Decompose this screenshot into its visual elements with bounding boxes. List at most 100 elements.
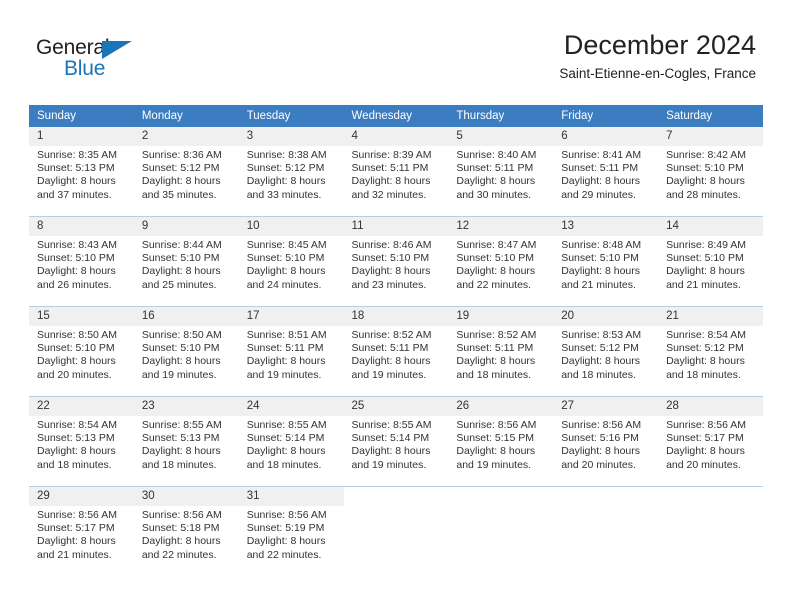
day-cell[interactable]: 18 Sunrise: 8:52 AM Sunset: 5:11 PM Dayligh… — [343, 306, 449, 397]
sunset-text: Sunset: 5:17 PM — [666, 432, 744, 445]
daylight-text-line2: and 18 minutes. — [666, 368, 741, 381]
day-number: 25 — [343, 397, 449, 416]
daylight-text-line1: Daylight: 8 hours — [666, 265, 745, 278]
day-cell[interactable]: 20 Sunrise: 8:53 AM Sunset: 5:12 PM Dayligh… — [553, 306, 659, 397]
sunrise-text: Sunrise: 8:52 AM — [351, 329, 432, 341]
daylight-text-line2: and 35 minutes. — [141, 188, 217, 201]
day-cell[interactable]: 27 Sunrise: 8:56 AM Sunset: 5:16 PM Dayligh… — [553, 396, 659, 487]
daylight-text-line1: Daylight: 8 hours — [141, 535, 221, 548]
daylight-text-line1: Daylight: 8 hours — [351, 355, 431, 368]
sunset-text: Sunset: 5:10 PM — [141, 252, 220, 265]
day-info: Sunrise: 8:47 AM Sunset: 5:10 PM Daylight:… — [448, 236, 553, 292]
day-number: 2 — [133, 127, 239, 146]
daylight-text-line1: Daylight: 8 hours — [456, 355, 536, 368]
generalblue-logo[interactable]: General Blue — [36, 36, 216, 88]
daylight-text-line1: Daylight: 8 hours — [141, 265, 221, 278]
day-cell[interactable]: 31 Sunrise: 8:56 AM Sunset: 5:19 PM Dayligh… — [238, 486, 344, 576]
day-cell[interactable]: 14 Sunrise: 8:49 AM Sunset: 5:10 PM Dayligh… — [658, 216, 763, 307]
day-cell[interactable]: 12 Sunrise: 8:47 AM Sunset: 5:10 PM Dayligh… — [448, 216, 554, 307]
week-row: 15 Sunrise: 8:50 AM Sunset: 5:10 PM Dayligh… — [29, 306, 763, 397]
day-cell[interactable]: 25 Sunrise: 8:55 AM Sunset: 5:14 PM Dayligh… — [343, 396, 449, 487]
day-cell[interactable]: 7 Sunrise: 8:42 AM Sunset: 5:10 PM Daylight… — [658, 127, 763, 217]
daylight-text-line2: and 18 minutes. — [561, 368, 636, 381]
day-info — [658, 506, 763, 509]
day-cell[interactable]: 6 Sunrise: 8:41 AM Sunset: 5:11 PM Daylight… — [553, 127, 659, 217]
sunrise-text: Sunrise: 8:44 AM — [141, 239, 222, 251]
day-info — [344, 506, 449, 509]
day-cell[interactable]: 1 Sunrise: 8:35 AM Sunset: 5:13 PM Daylight… — [29, 127, 134, 217]
daylight-text-line1: Daylight: 8 hours — [141, 445, 221, 458]
page-header: General Blue December 2024 Saint-Etienne… — [0, 0, 792, 104]
day-cell[interactable]: 28 Sunrise: 8:56 AM Sunset: 5:17 PM Dayligh… — [658, 396, 763, 487]
sunrise-text: Sunrise: 8:56 AM — [561, 419, 642, 431]
day-info: Sunrise: 8:53 AM Sunset: 5:12 PM Daylight:… — [553, 326, 658, 382]
day-cell[interactable]: 24 Sunrise: 8:55 AM Sunset: 5:14 PM Dayligh… — [238, 396, 344, 487]
daylight-text-line2: and 18 minutes. — [456, 368, 532, 381]
day-cell[interactable]: 2 Sunrise: 8:36 AM Sunset: 5:12 PM Daylight… — [133, 127, 239, 217]
sunrise-text: Sunrise: 8:38 AM — [246, 149, 327, 161]
day-cell[interactable]: 26 Sunrise: 8:56 AM Sunset: 5:15 PM Dayligh… — [448, 396, 554, 487]
calendar-header-row: Sunday Monday Tuesday Wednesday Thursday… — [29, 105, 763, 127]
day-info: Sunrise: 8:46 AM Sunset: 5:10 PM Daylight:… — [344, 236, 449, 292]
daylight-text-line2: and 26 minutes. — [37, 278, 112, 291]
day-cell[interactable]: 29 Sunrise: 8:56 AM Sunset: 5:17 PM Dayligh… — [29, 486, 134, 576]
day-info: Sunrise: 8:48 AM Sunset: 5:10 PM Daylight:… — [553, 236, 658, 292]
sunrise-text: Sunrise: 8:54 AM — [37, 419, 117, 431]
sunrise-text: Sunrise: 8:55 AM — [141, 419, 222, 431]
day-info: Sunrise: 8:50 AM Sunset: 5:10 PM Daylight:… — [134, 326, 239, 382]
daylight-text-line1: Daylight: 8 hours — [37, 445, 116, 458]
day-number: 12 — [448, 217, 554, 236]
day-cell[interactable]: 15 Sunrise: 8:50 AM Sunset: 5:10 PM Dayligh… — [29, 306, 134, 397]
day-cell[interactable]: 22 Sunrise: 8:54 AM Sunset: 5:13 PM Dayligh… — [29, 396, 134, 487]
day-number: 16 — [133, 307, 239, 326]
day-info: Sunrise: 8:39 AM Sunset: 5:11 PM Daylight:… — [344, 146, 449, 202]
day-info: Sunrise: 8:42 AM Sunset: 5:10 PM Daylight:… — [658, 146, 763, 202]
day-cell-empty — [553, 486, 659, 576]
sunset-text: Sunset: 5:11 PM — [246, 342, 324, 355]
sunset-text: Sunset: 5:11 PM — [351, 162, 429, 175]
day-cell[interactable]: 11 Sunrise: 8:46 AM Sunset: 5:10 PM Dayligh… — [343, 216, 449, 307]
daylight-text-line1: Daylight: 8 hours — [246, 355, 326, 368]
day-cell[interactable]: 3 Sunrise: 8:38 AM Sunset: 5:12 PM Daylight… — [238, 127, 344, 217]
day-info: Sunrise: 8:49 AM Sunset: 5:10 PM Daylight:… — [658, 236, 763, 292]
day-cell[interactable]: 30 Sunrise: 8:56 AM Sunset: 5:18 PM Dayligh… — [133, 486, 239, 576]
day-cell[interactable]: 4 Sunrise: 8:39 AM Sunset: 5:11 PM Daylight… — [343, 127, 449, 217]
weekday-header-monday: Monday — [133, 105, 239, 127]
day-info: Sunrise: 8:56 AM Sunset: 5:15 PM Daylight:… — [448, 416, 553, 472]
day-number: 13 — [553, 217, 659, 236]
sunset-text: Sunset: 5:10 PM — [351, 252, 430, 265]
sunrise-text: Sunrise: 8:56 AM — [141, 509, 222, 521]
day-info: Sunrise: 8:56 AM Sunset: 5:18 PM Daylight:… — [134, 506, 239, 562]
sunset-text: Sunset: 5:15 PM — [456, 432, 535, 445]
day-cell[interactable]: 9 Sunrise: 8:44 AM Sunset: 5:10 PM Daylight… — [133, 216, 239, 307]
sunrise-text: Sunrise: 8:46 AM — [351, 239, 432, 251]
day-cell[interactable]: 10 Sunrise: 8:45 AM Sunset: 5:10 PM Dayligh… — [238, 216, 344, 307]
day-cell[interactable]: 5 Sunrise: 8:40 AM Sunset: 5:11 PM Daylight… — [448, 127, 554, 217]
page-subtitle: Saint-Etienne-en-Cogles, France — [559, 66, 756, 81]
day-cell-empty — [658, 486, 763, 576]
week-row: 29 Sunrise: 8:56 AM Sunset: 5:17 PM Dayligh… — [29, 486, 763, 576]
day-number — [553, 487, 659, 506]
day-cell[interactable]: 13 Sunrise: 8:48 AM Sunset: 5:10 PM Dayligh… — [553, 216, 659, 307]
day-number: 23 — [133, 397, 239, 416]
day-cell[interactable]: 21 Sunrise: 8:54 AM Sunset: 5:12 PM Dayligh… — [658, 306, 763, 397]
day-cell[interactable]: 8 Sunrise: 8:43 AM Sunset: 5:10 PM Daylight… — [29, 216, 134, 307]
day-number: 18 — [343, 307, 449, 326]
daylight-text-line1: Daylight: 8 hours — [37, 265, 116, 278]
logo-text-blue: Blue — [64, 57, 106, 80]
calendar-page: General Blue December 2024 Saint-Etienne… — [0, 0, 792, 612]
sunset-text: Sunset: 5:10 PM — [666, 162, 744, 175]
daylight-text-line1: Daylight: 8 hours — [246, 535, 326, 548]
day-cell[interactable]: 23 Sunrise: 8:55 AM Sunset: 5:13 PM Dayligh… — [133, 396, 239, 487]
sunrise-text: Sunrise: 8:54 AM — [666, 329, 747, 341]
day-cell[interactable]: 17 Sunrise: 8:51 AM Sunset: 5:11 PM Dayligh… — [238, 306, 344, 397]
day-cell[interactable]: 16 Sunrise: 8:50 AM Sunset: 5:10 PM Dayligh… — [133, 306, 239, 397]
sunset-text: Sunset: 5:10 PM — [456, 252, 535, 265]
day-cell[interactable]: 19 Sunrise: 8:52 AM Sunset: 5:11 PM Dayligh… — [448, 306, 554, 397]
daylight-text-line2: and 19 minutes. — [246, 368, 322, 381]
daylight-text-line1: Daylight: 8 hours — [351, 175, 431, 188]
sunrise-text: Sunrise: 8:40 AM — [456, 149, 537, 161]
daylight-text-line2: and 33 minutes. — [246, 188, 322, 201]
daylight-text-line2: and 20 minutes. — [37, 368, 112, 381]
daylight-text-line1: Daylight: 8 hours — [246, 265, 326, 278]
